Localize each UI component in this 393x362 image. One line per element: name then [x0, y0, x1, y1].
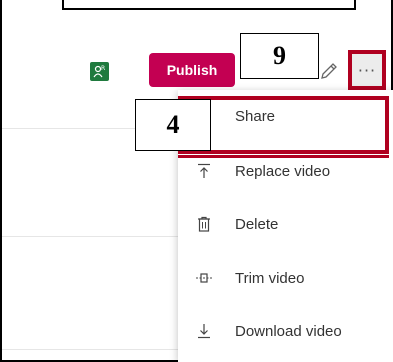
callout-step-9: 9 [240, 33, 319, 79]
upload-icon [194, 161, 214, 181]
menu-item-label: Delete [235, 215, 279, 233]
menu-item-download-video[interactable]: Download video [178, 305, 393, 357]
top-tab [62, 0, 356, 10]
trim-icon [194, 268, 214, 288]
pencil-icon[interactable] [318, 60, 340, 82]
callout-step-4: 4 [135, 99, 211, 151]
download-icon [194, 321, 214, 341]
menu-item-delete[interactable]: Delete [178, 198, 393, 250]
menu-item-trim-video[interactable]: Trim video [178, 252, 393, 304]
menu-item-label: Replace video [235, 162, 331, 180]
svg-text:R: R [101, 65, 105, 72]
menu-item-replace-video[interactable]: Replace video [178, 145, 393, 197]
menu-item-label: Download video [235, 322, 342, 340]
more-options-button[interactable]: ··· [348, 50, 386, 90]
menu-item-label: Trim video [235, 269, 305, 287]
collaborators-icon[interactable]: R [90, 62, 109, 81]
trash-icon [194, 214, 214, 234]
publish-button[interactable]: Publish [149, 53, 235, 87]
menu-item-label: Share [235, 107, 276, 125]
